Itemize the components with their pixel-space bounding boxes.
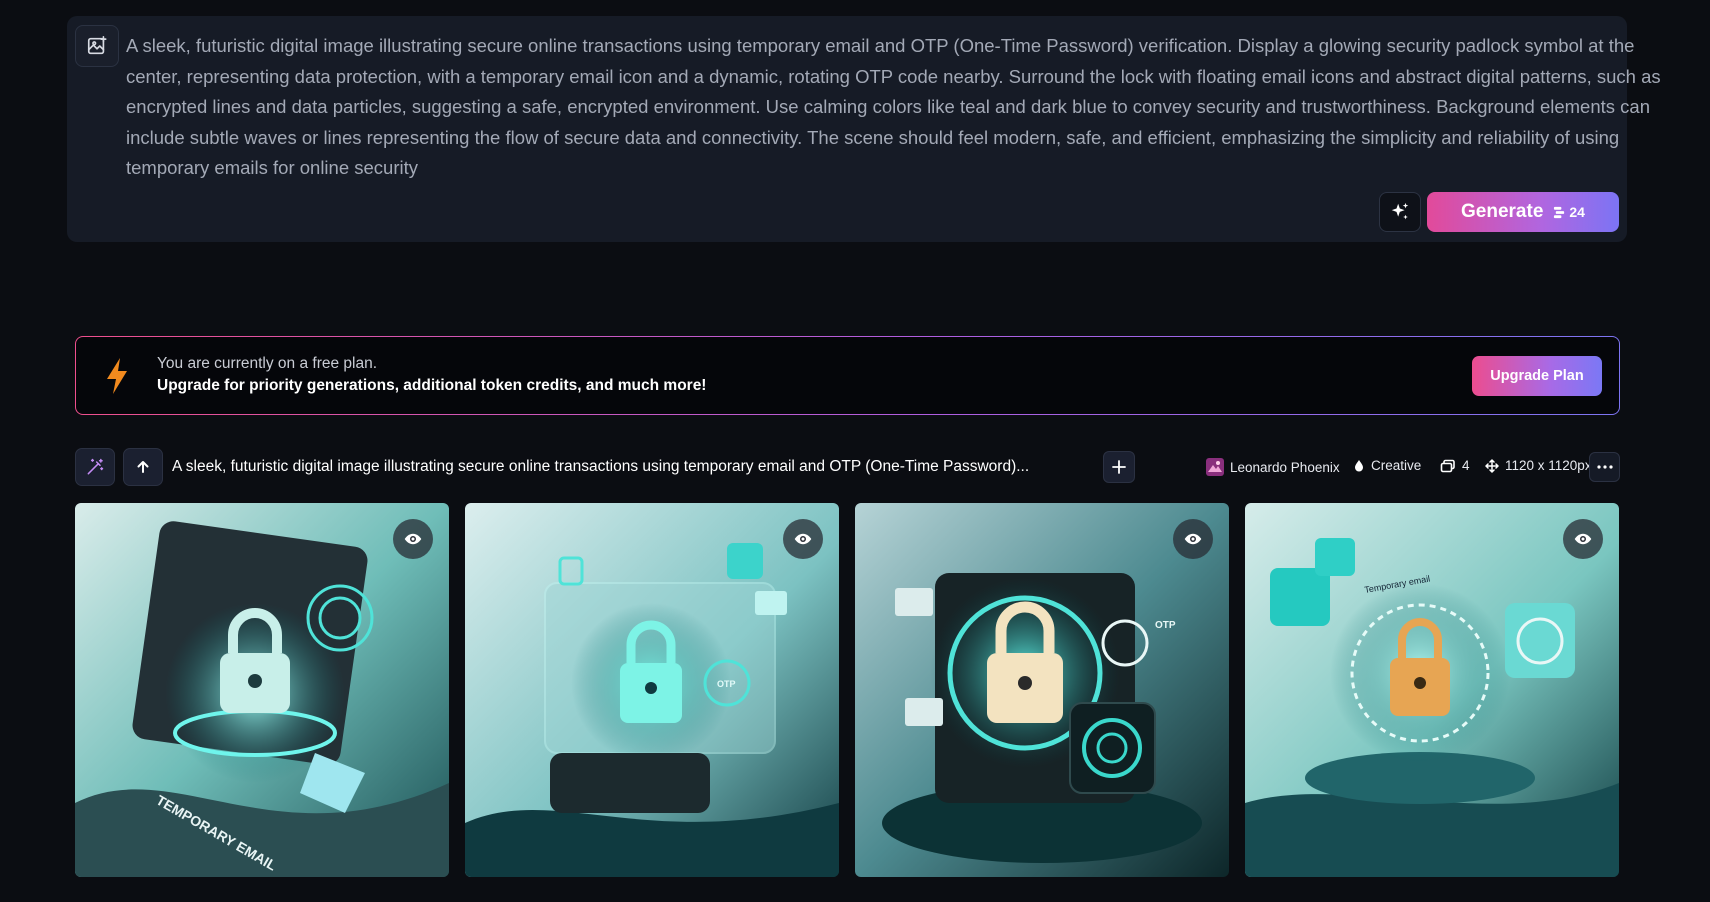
style-name: Creative bbox=[1371, 458, 1422, 473]
view-image-button[interactable] bbox=[393, 519, 433, 559]
model-name: Leonardo Phoenix bbox=[1230, 459, 1340, 475]
image-3-artwork: OTP bbox=[855, 503, 1229, 877]
sparkle-icon bbox=[1391, 202, 1409, 220]
generated-image-4[interactable]: Temporary email bbox=[1245, 503, 1619, 877]
droplet-icon bbox=[1355, 459, 1363, 471]
token-icon bbox=[1554, 206, 1565, 218]
images-icon bbox=[1440, 459, 1455, 472]
image-2-caption: OTP bbox=[717, 679, 736, 689]
view-image-button[interactable] bbox=[783, 519, 823, 559]
image-count: 4 bbox=[1462, 458, 1470, 473]
image-count-info: 4 bbox=[1440, 458, 1470, 473]
more-horizontal-icon bbox=[1596, 465, 1613, 469]
prompt-panel: A sleek, futuristic digital image illust… bbox=[67, 16, 1661, 242]
image-add-icon bbox=[87, 36, 107, 55]
model-info: Leonardo Phoenix bbox=[1206, 458, 1340, 476]
eye-icon bbox=[1574, 533, 1592, 545]
view-image-button[interactable] bbox=[1563, 519, 1603, 559]
generated-image-2[interactable]: OTP bbox=[465, 503, 839, 877]
model-avatar-icon bbox=[1206, 458, 1224, 476]
image-2-artwork: OTP bbox=[465, 503, 839, 877]
eye-icon bbox=[1184, 533, 1202, 545]
eye-icon bbox=[794, 533, 812, 545]
arrow-up-icon bbox=[137, 461, 149, 473]
upgrade-plan-button[interactable]: Upgrade Plan bbox=[1472, 356, 1602, 396]
edit-with-ai-button[interactable] bbox=[75, 448, 115, 486]
generate-label: Generate bbox=[1461, 201, 1544, 222]
dimensions: 1120 x 1120px bbox=[1505, 458, 1592, 473]
generate-button[interactable]: Generate 24 bbox=[1427, 192, 1619, 232]
plus-icon bbox=[1112, 460, 1126, 474]
prompt-enhance-button[interactable] bbox=[1379, 192, 1421, 232]
generation-prompt-preview: A sleek, futuristic digital image illust… bbox=[172, 458, 1030, 475]
style-info: Creative bbox=[1353, 458, 1421, 473]
generated-image-1[interactable]: TEMPORARY EMAIL bbox=[75, 503, 449, 877]
move-arrows-icon bbox=[1485, 458, 1499, 473]
image-4-artwork: Temporary email bbox=[1245, 503, 1619, 877]
lightning-bolt-icon bbox=[107, 358, 127, 394]
view-image-button[interactable] bbox=[1173, 519, 1213, 559]
image-1-artwork: TEMPORARY EMAIL bbox=[75, 503, 449, 877]
upgrade-banner: You are currently on a free plan. Upgrad… bbox=[75, 336, 1620, 415]
add-button[interactable] bbox=[1103, 451, 1135, 483]
magic-wand-icon bbox=[87, 458, 104, 475]
free-plan-notice: You are currently on a free plan. bbox=[157, 355, 378, 372]
prompt-textarea[interactable]: A sleek, futuristic digital image illust… bbox=[126, 31, 1666, 184]
upgrade-benefits-text: Upgrade for priority generations, additi… bbox=[157, 377, 707, 394]
token-cost-value: 24 bbox=[1569, 204, 1585, 220]
generated-image-3[interactable]: OTP bbox=[855, 503, 1229, 877]
token-cost: 24 bbox=[1553, 204, 1585, 220]
eye-icon bbox=[404, 533, 422, 545]
reuse-prompt-button[interactable] bbox=[123, 448, 163, 486]
more-options-button[interactable] bbox=[1589, 452, 1620, 482]
image-guidance-button[interactable] bbox=[75, 25, 119, 67]
image-3-caption: OTP bbox=[1155, 620, 1176, 631]
dimensions-info: 1120 x 1120px bbox=[1485, 458, 1592, 473]
generation-header: A sleek, futuristic digital image illust… bbox=[75, 448, 1620, 486]
